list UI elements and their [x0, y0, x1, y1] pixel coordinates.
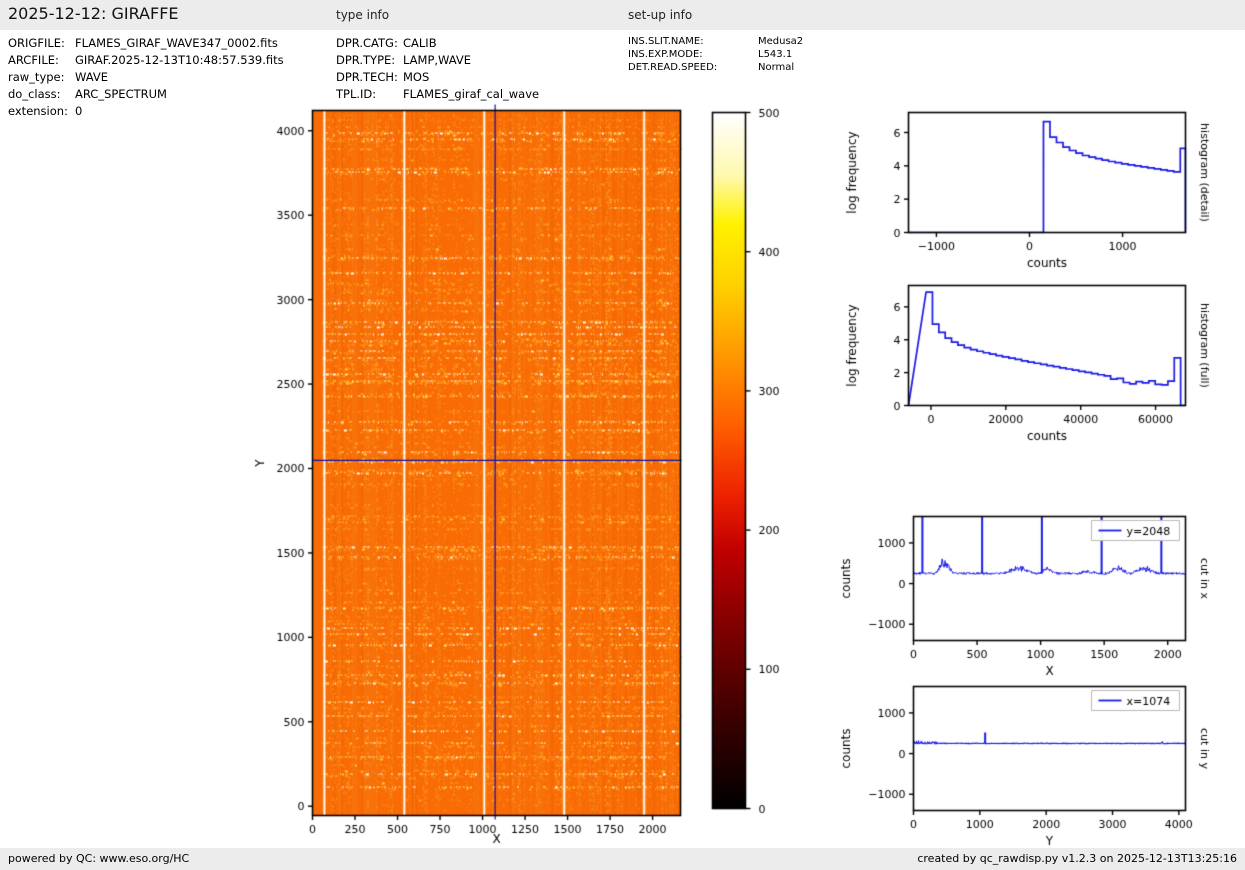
colorbar: [700, 95, 810, 855]
setup-info-row: DET.READ.SPEED: Normal: [628, 61, 803, 74]
file-info-row: ORIGFILE: FLAMES_GIRAF_WAVE347_0002.fits: [8, 35, 284, 52]
raw-frame-heatmap: [240, 95, 700, 848]
page-title: 2025-12-12: GIRAFFE: [8, 4, 179, 23]
file-info-row: raw_type: WAVE: [8, 69, 284, 86]
meta-label: ORIGFILE:: [8, 36, 65, 50]
header-bar: 2025-12-12: GIRAFFE type info set-up inf…: [0, 0, 1245, 30]
qc-report-page: 2025-12-12: GIRAFFE type info set-up inf…: [0, 0, 1245, 870]
meta-label: do_class:: [8, 87, 61, 101]
setup-info-heading: set-up info: [628, 8, 693, 22]
meta-label: DET.READ.SPEED:: [628, 62, 718, 73]
meta-value: FLAMES_GIRAF_WAVE347_0002.fits: [75, 36, 278, 50]
type-info-row: DPR.TYPE: LAMP,WAVE: [336, 52, 539, 69]
type-info-row: DPR.TECH: MOS: [336, 69, 539, 86]
meta-label: extension:: [8, 104, 68, 118]
meta-label: INS.EXP.MODE:: [628, 49, 703, 60]
histogram-full-plot: [830, 268, 1245, 443]
meta-label: INS.SLIT.NAME:: [628, 36, 704, 47]
meta-value: CALIB: [403, 36, 437, 50]
meta-value: WAVE: [75, 70, 109, 84]
type-info-row: DPR.CATG: CALIB: [336, 35, 539, 52]
meta-value: GIRAF.2025-12-13T10:48:57.539.fits: [75, 53, 284, 67]
cut-in-x-plot: [830, 498, 1245, 683]
meta-value: LAMP,WAVE: [403, 53, 472, 67]
meta-value: 0: [75, 104, 83, 118]
meta-label: DPR.CATG:: [336, 36, 398, 50]
setup-info-block: INS.SLIT.NAME: Medusa2 INS.EXP.MODE: L543.…: [628, 35, 803, 74]
meta-label: raw_type:: [8, 70, 65, 84]
setup-info-row: INS.EXP.MODE: L543.1: [628, 48, 803, 61]
meta-label: DPR.TYPE:: [336, 53, 396, 67]
footer-created-by: created by qc_rawdisp.py v1.2.3 on 2025-…: [917, 852, 1237, 865]
meta-value: MOS: [403, 70, 430, 84]
type-info-heading: type info: [336, 8, 390, 22]
type-info-block: DPR.CATG: CALIB DPR.TYPE: LAMP,WAVE DPR.TE…: [336, 35, 539, 103]
meta-label: DPR.TECH:: [336, 70, 398, 84]
meta-value: Normal: [758, 62, 795, 73]
footer-powered-by: powered by QC: www.eso.org/HC: [8, 852, 190, 865]
footer-bar: powered by QC: www.eso.org/HC created by…: [0, 848, 1245, 870]
file-info-row: ARCFILE: GIRAF.2025-12-13T10:48:57.539.fi…: [8, 52, 284, 69]
histogram-detail-plot: [830, 95, 1245, 270]
meta-value: ARC_SPECTRUM: [75, 87, 167, 101]
meta-value: L543.1: [758, 49, 793, 60]
cut-in-y-plot: [830, 668, 1245, 853]
setup-info-row: INS.SLIT.NAME: Medusa2: [628, 35, 803, 48]
meta-label: ARCFILE:: [8, 53, 59, 67]
meta-value: Medusa2: [758, 36, 804, 47]
